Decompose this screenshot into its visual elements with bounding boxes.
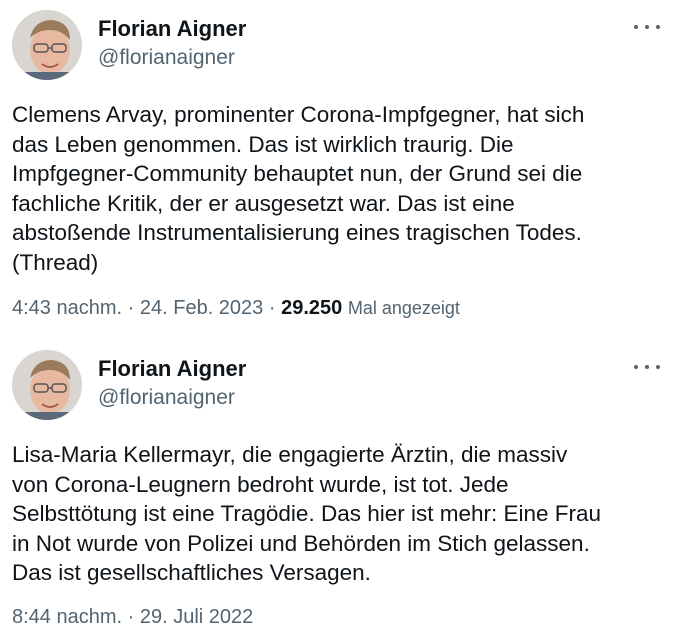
avatar[interactable] <box>12 10 82 80</box>
tweet-text-line: Impfgegner-Community behauptet nun, der … <box>12 161 583 186</box>
tweet-text-line: Das ist gesellschaftliches Versagen. <box>12 560 371 585</box>
author-handle[interactable]: @florianaigner <box>98 46 235 70</box>
meta-separator: · <box>127 606 135 628</box>
tweet-text-line: das Leben genommen. Das ist wirklich tra… <box>12 131 514 157</box>
tweet-text-line: in Not wurde von Polizei und Behörden im… <box>12 530 590 556</box>
tweet-meta: 4:43 nachm. · 24. Feb. 2023 · 29.250 Mal… <box>12 297 460 320</box>
tweet-date[interactable]: 29. Juli 2022 <box>140 606 253 628</box>
meta-separator: · <box>268 297 276 319</box>
tweet-text-line: Selbsttötung ist eine Tragödie. Das hier… <box>12 501 602 526</box>
tweet-time[interactable]: 4:43 nachm. <box>12 297 122 319</box>
tweet-text-line: von Corona-Leugnern bedroht wurde, ist t… <box>12 471 509 497</box>
author-handle[interactable]: @florianaigner <box>98 386 235 410</box>
more-horizontal-icon[interactable] <box>634 360 660 374</box>
tweet-text-line: abstoßende Instrumentalisierung eines tr… <box>12 220 582 245</box>
tweet-text-line: (Thread) <box>12 249 99 275</box>
tweet-time[interactable]: 8:44 nachm. <box>12 606 122 628</box>
meta-separator: · <box>127 297 135 319</box>
avatar[interactable] <box>12 350 82 420</box>
tweet-date[interactable]: 24. Feb. 2023 <box>140 297 263 319</box>
tweet-text: Clemens Arvay, prominenter Corona-Impfge… <box>12 100 662 277</box>
tweet-text-line: Lisa-Maria Kellermayr, die engagierte Är… <box>12 442 568 467</box>
author-name[interactable]: Florian Aigner <box>98 16 246 42</box>
tweet-meta: 8:44 nachm. · 29. Juli 2022 <box>12 606 253 629</box>
author-name[interactable]: Florian Aigner <box>98 356 246 382</box>
views-label: Mal angezeigt <box>347 298 460 318</box>
tweet-text-line: fachliche Kritik, der er ausgesetzt war.… <box>12 190 515 216</box>
views-count: 29.250 <box>281 297 343 319</box>
tweet-text-line: Clemens Arvay, prominenter Corona-Impfge… <box>12 102 585 127</box>
tweet-text: Lisa-Maria Kellermayr, die engagierte Är… <box>12 440 662 588</box>
more-horizontal-icon[interactable] <box>634 20 660 34</box>
